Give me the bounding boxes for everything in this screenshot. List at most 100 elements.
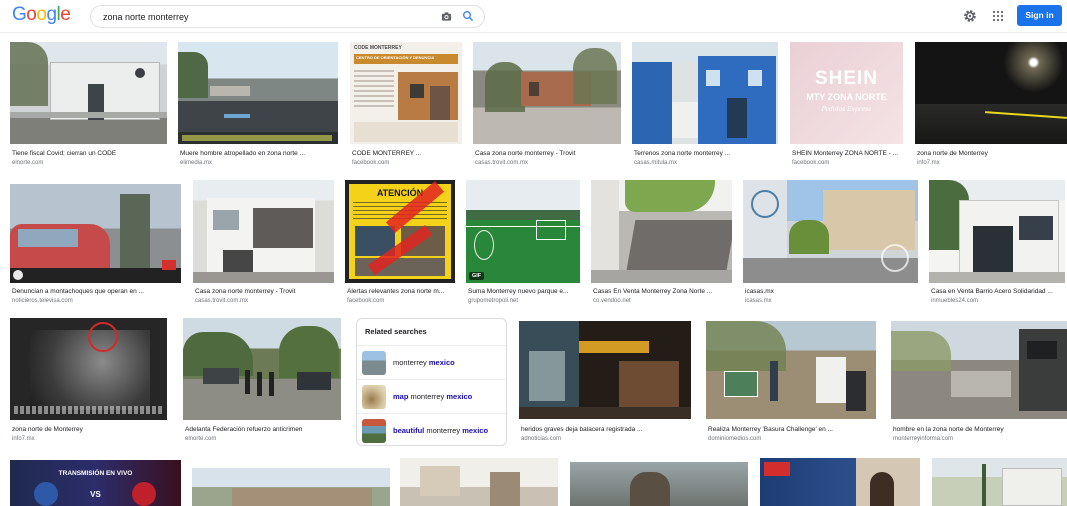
image-thumbnail[interactable]: [183, 318, 341, 420]
image-thumbnail[interactable]: [743, 180, 918, 283]
related-search-item[interactable]: monterrey mexico: [357, 345, 506, 379]
result-caption[interactable]: CODE MONTERREY ...: [352, 150, 462, 157]
image-thumbnail[interactable]: [570, 462, 748, 506]
related-search-item[interactable]: map monterrey mexico: [357, 379, 506, 413]
result-caption[interactable]: Casa zona norte monterrey - Trovit: [475, 150, 621, 157]
image-thumbnail[interactable]: [929, 180, 1065, 283]
image-thumbnail[interactable]: [178, 42, 338, 144]
image-result[interactable]: Denuncian a montachoques que operan en .…: [10, 184, 181, 310]
related-search-link[interactable]: beautiful monterrey mexico: [393, 426, 488, 435]
image-thumbnail[interactable]: [632, 42, 778, 144]
result-source: inmuebles24.com: [931, 298, 979, 304]
result-source: elimedia.mx: [180, 160, 213, 166]
result-source: info7.mx: [12, 436, 35, 442]
result-source: elnorte.com: [12, 160, 44, 166]
result-source: grupometropoli.net: [468, 298, 519, 304]
image-result[interactable]: Realiza Monterrey 'Basura Challenge' en …: [706, 321, 876, 446]
result-caption[interactable]: Tiene fiscal Covid; cierran un CODE: [12, 150, 167, 157]
image-result[interactable]: zona norte de Monterrey info7.mx: [10, 318, 167, 446]
image-result[interactable]: [400, 458, 558, 506]
image-result[interactable]: SHEIN MTY ZONA NORTE Pedidos Express SHE…: [790, 42, 903, 172]
image-result[interactable]: ATENCIÓN Alertas relevantes zona norte m…: [345, 180, 455, 310]
result-caption[interactable]: zona norte de Monterrey: [12, 426, 167, 433]
image-result[interactable]: Muere hombre atropellado en zona norte .…: [178, 42, 338, 172]
search-icon[interactable]: [462, 10, 474, 22]
image-thumbnail[interactable]: [10, 42, 167, 144]
result-caption[interactable]: zona norte de Monterrey: [917, 150, 1067, 157]
image-thumbnail[interactable]: ATENCIÓN: [345, 180, 455, 283]
related-thumbnail: [362, 351, 386, 375]
image-result[interactable]: Casa en Venta Barrio Acero Solidaridad .…: [929, 180, 1065, 310]
result-caption[interactable]: Casas En Venta Monterrey Zona Norte ...: [593, 288, 732, 295]
image-result[interactable]: GIF Suma Monterrey nuevo parque e... gru…: [466, 180, 580, 310]
search-input[interactable]: [103, 10, 433, 24]
result-caption[interactable]: SHEIN Monterrey ZONA NORTE - ...: [792, 150, 903, 157]
result-caption[interactable]: Casa zona norte monterrey - Trovit: [195, 288, 334, 295]
result-caption[interactable]: Casa en Venta Barrio Acero Solidaridad .…: [931, 288, 1065, 295]
image-thumbnail[interactable]: [10, 184, 181, 283]
result-source: adnoticias.com: [521, 436, 562, 442]
shein-tagline: Pedidos Express: [821, 106, 872, 113]
broadcast-banner: TRANSMISIÓN EN VIVO: [58, 470, 133, 477]
result-source: noticieros.televisa.com: [12, 298, 73, 304]
result-caption[interactable]: icasas.mx: [745, 288, 918, 295]
image-result[interactable]: hombre en la zona norte de Monterrey mon…: [891, 321, 1067, 446]
image-result[interactable]: icasas.mx icasas.mx: [743, 180, 918, 310]
image-thumbnail[interactable]: [915, 42, 1067, 144]
image-result[interactable]: zona norte de Monterrey info7.mx: [915, 42, 1067, 172]
result-caption[interactable]: Denuncian a montachoques que operan en .…: [12, 288, 181, 295]
related-searches-card: Related searches monterrey mexico map mo…: [356, 318, 507, 446]
image-thumbnail[interactable]: [400, 458, 558, 506]
result-caption[interactable]: Realiza Monterrey 'Basura Challenge' en …: [708, 426, 876, 433]
image-thumbnail[interactable]: TRANSMISIÓN EN VIVO VS: [10, 460, 181, 506]
image-thumbnail[interactable]: [10, 318, 167, 420]
result-source: casas.trovit.com.mx: [475, 160, 529, 166]
sign-in-button[interactable]: Sign in: [1017, 5, 1062, 26]
image-result[interactable]: Casa zona norte monterrey - Trovit casas…: [193, 180, 334, 310]
result-caption[interactable]: Adelanta Federación refuerzo anticrimen: [185, 426, 341, 433]
image-thumbnail[interactable]: [519, 321, 691, 419]
image-thumbnail[interactable]: [193, 180, 334, 283]
gear-icon[interactable]: [963, 9, 977, 23]
result-caption[interactable]: heridos graves deja balacera registrada …: [521, 426, 691, 433]
apps-grid-icon[interactable]: [992, 10, 1004, 22]
image-thumbnail[interactable]: [760, 458, 920, 506]
image-result[interactable]: CODE MONTERREY CENTRO DE ORIENTACIÓN Y D…: [350, 42, 462, 172]
related-search-link[interactable]: map monterrey mexico: [393, 392, 472, 401]
image-thumbnail[interactable]: [932, 458, 1067, 506]
camera-icon[interactable]: [441, 11, 452, 22]
image-thumbnail[interactable]: GIF: [466, 180, 580, 283]
image-result[interactable]: heridos graves deja balacera registrada …: [519, 321, 691, 446]
image-thumbnail[interactable]: [891, 321, 1067, 419]
result-caption[interactable]: hombre en la zona norte de Monterrey: [893, 426, 1067, 433]
search-box[interactable]: [90, 5, 485, 28]
result-source: info7.mx: [917, 160, 940, 166]
result-source: facebook.com: [352, 160, 390, 166]
image-result[interactable]: TRANSMISIÓN EN VIVO VS: [10, 460, 181, 506]
result-source: casas.trovit.com.mx: [195, 298, 249, 304]
image-thumbnail[interactable]: [473, 42, 621, 144]
google-logo[interactable]: Google: [12, 4, 71, 26]
result-caption[interactable]: Suma Monterrey nuevo parque e...: [468, 288, 580, 295]
result-caption[interactable]: Terrenos zona norte monterrey ...: [634, 150, 778, 157]
image-thumbnail[interactable]: SHEIN MTY ZONA NORTE Pedidos Express: [790, 42, 903, 144]
video-play-icon: [13, 270, 23, 280]
image-result[interactable]: [760, 458, 920, 506]
result-caption[interactable]: Alertas relevantes zona norte m...: [347, 288, 455, 295]
image-result[interactable]: [570, 462, 748, 506]
image-result[interactable]: [192, 468, 390, 506]
result-source: dominiomedios.com: [708, 436, 762, 442]
image-result[interactable]: Tiene fiscal Covid; cierran un CODE elno…: [10, 42, 167, 172]
image-result[interactable]: Adelanta Federación refuerzo anticrimen …: [183, 318, 341, 446]
image-thumbnail[interactable]: CODE MONTERREY CENTRO DE ORIENTACIÓN Y D…: [350, 42, 462, 144]
image-thumbnail[interactable]: [192, 468, 390, 506]
image-result[interactable]: Casa zona norte monterrey - Trovit casas…: [473, 42, 621, 172]
result-caption[interactable]: Muere hombre atropellado en zona norte .…: [180, 150, 338, 157]
related-search-link[interactable]: monterrey mexico: [393, 358, 455, 367]
related-search-item[interactable]: beautiful monterrey mexico: [357, 413, 506, 447]
image-result[interactable]: Terrenos zona norte monterrey ... casas.…: [632, 42, 778, 172]
image-thumbnail[interactable]: [706, 321, 876, 419]
image-result[interactable]: Casas En Venta Monterrey Zona Norte ... …: [591, 180, 732, 310]
image-thumbnail[interactable]: [591, 180, 732, 283]
image-result[interactable]: [932, 458, 1067, 506]
